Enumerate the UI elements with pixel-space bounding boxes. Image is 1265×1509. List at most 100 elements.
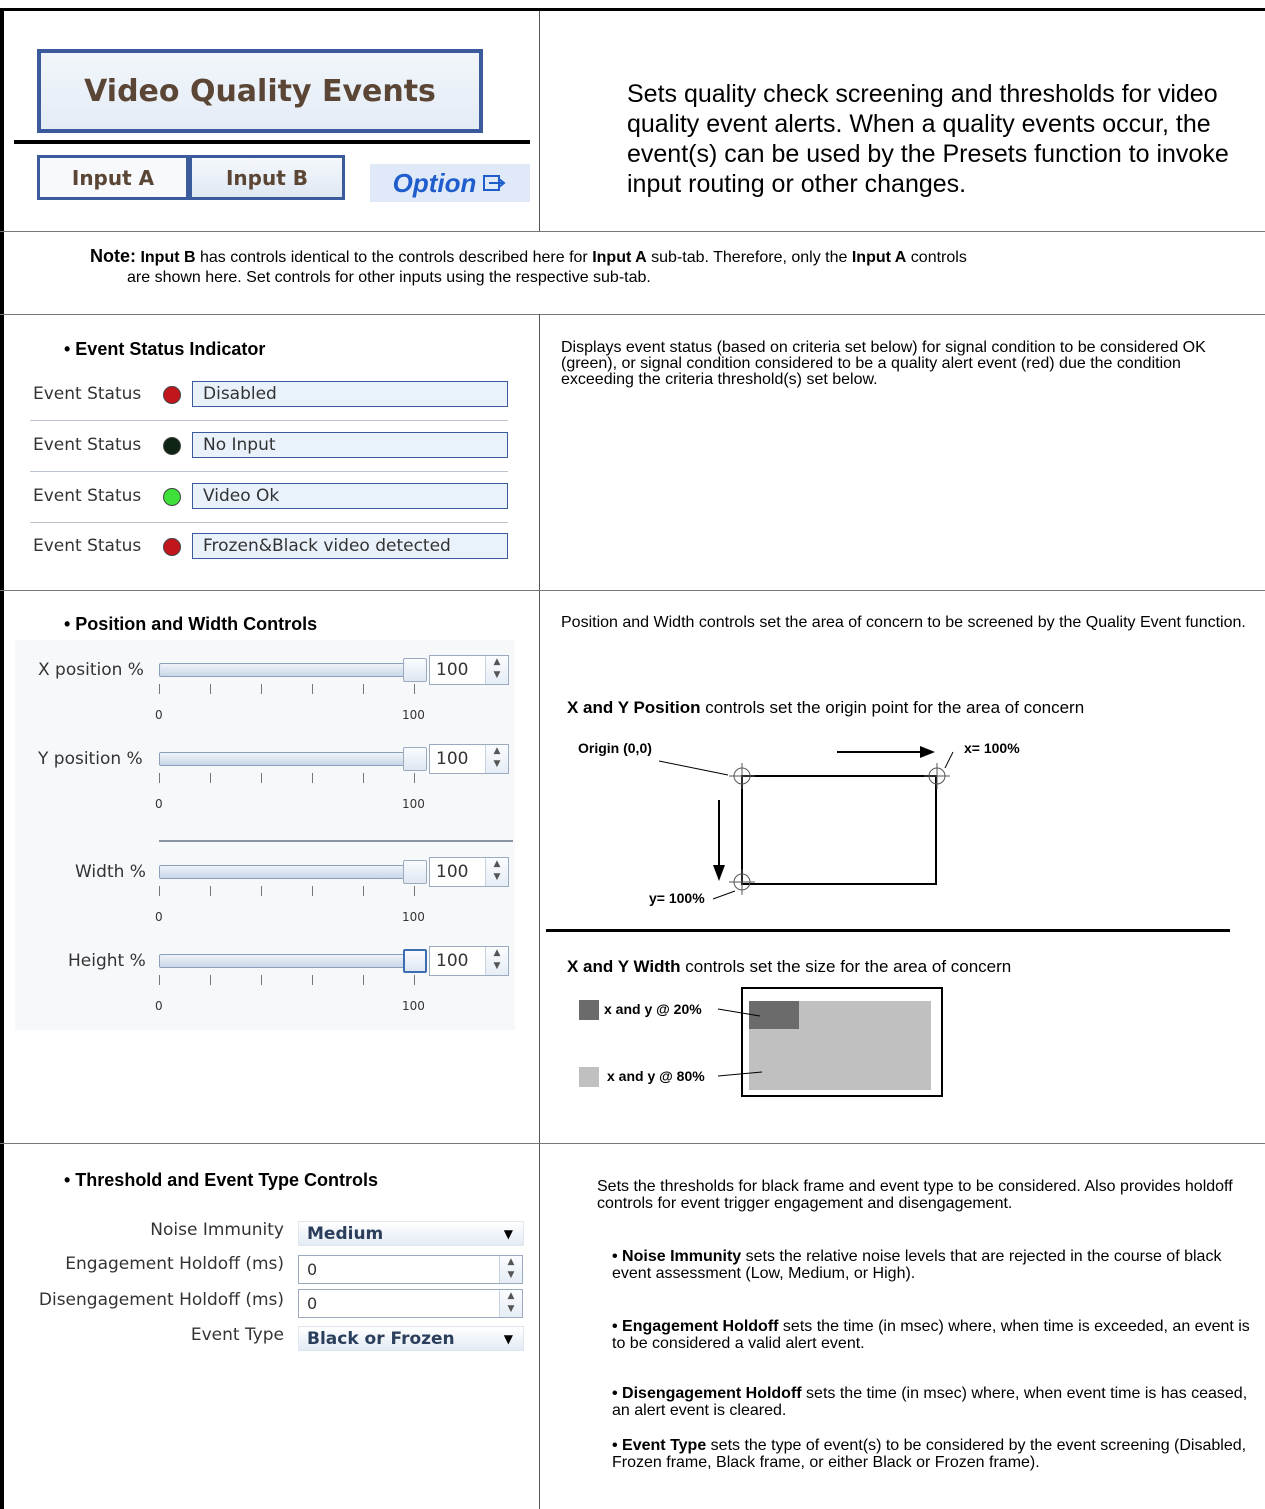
select-value: Medium — [307, 1224, 384, 1244]
engagement-holdoff-input[interactable]: 0 ▲ ▼ — [298, 1255, 523, 1284]
dropdown-arrow-icon: ▼ — [503, 1227, 513, 1241]
slider-max-label: 100 — [402, 910, 425, 924]
column-divider-top — [539, 11, 540, 231]
position-heading-text: controls set the origin point for the ar… — [700, 698, 1085, 717]
event-status-field: Video Ok — [192, 483, 508, 509]
width-spinbox[interactable]: 100 ▲ ▼ — [429, 857, 509, 887]
event-status-label: Event Status — [33, 384, 142, 404]
row-separator — [30, 420, 508, 421]
x-position-slider-thumb[interactable] — [403, 658, 427, 682]
slider-tick — [363, 886, 364, 896]
spin-arrows-icon[interactable]: ▲ ▼ — [499, 1290, 522, 1317]
x-position-spinbox[interactable]: 100 ▲ ▼ — [429, 655, 509, 685]
slider-tick — [312, 975, 313, 985]
height-slider-thumb[interactable] — [403, 949, 427, 973]
slider-min-label: 0 — [155, 999, 163, 1013]
slider-max-label: 100 — [402, 999, 425, 1013]
origin-label: Origin (0,0) — [578, 740, 652, 756]
intro-text: Sets quality check screening and thresho… — [627, 80, 1229, 198]
subtab-input-b[interactable]: Input B — [189, 155, 345, 200]
spinbox-value: 100 — [436, 862, 469, 882]
note-block: Note: Input B has controls identical to … — [90, 246, 1250, 288]
noise-immunity-select[interactable]: Medium ▼ — [298, 1221, 524, 1246]
slider-min-label: 0 — [155, 910, 163, 924]
x-position-slider-track[interactable] — [159, 663, 427, 677]
y-position-slider-thumb[interactable] — [403, 747, 427, 771]
event-status-label: Event Status — [33, 435, 142, 455]
slider-label: Width % — [75, 862, 146, 882]
option-arrow-icon — [483, 175, 506, 191]
note-text: Input A — [851, 249, 907, 266]
spinbox-value: 100 — [436, 660, 469, 680]
bullet-event-type: • Event Type sets the type of event(s) t… — [597, 1437, 1252, 1471]
slider-tick — [312, 886, 313, 896]
section-title-threshold: • Threshold and Event Type Controls — [64, 1170, 378, 1190]
section-title-event-status: • Event Status Indicator — [64, 339, 266, 359]
bullet-term: • Engagement Holdoff — [612, 1318, 779, 1335]
note-text-line2: are shown here. Set controls for other i… — [127, 269, 651, 286]
disengagement-holdoff-input[interactable]: 0 ▲ ▼ — [298, 1289, 523, 1318]
slider-tick — [414, 886, 415, 896]
legend-swatch-small — [579, 1000, 599, 1020]
event-type-select[interactable]: Black or Frozen ▼ — [298, 1326, 524, 1351]
spin-arrows-icon[interactable]: ▲ ▼ — [485, 656, 508, 684]
height-spinbox[interactable]: 100 ▲ ▼ — [429, 946, 509, 976]
status-led-icon — [163, 488, 181, 506]
status-led-icon — [163, 538, 181, 556]
height-slider-track[interactable] — [159, 954, 427, 968]
event-type-label: Event Type — [190, 1325, 284, 1345]
spin-arrows-icon[interactable]: ▲ ▼ — [485, 858, 508, 886]
slider-tick — [414, 773, 415, 783]
bullet-noise-immunity: • Noise Immunity sets the relative noise… — [597, 1248, 1252, 1282]
note-text: sub-tab. Therefore, only the — [646, 249, 852, 266]
spin-arrows-icon[interactable]: ▲ ▼ — [485, 745, 508, 773]
note-text: controls — [906, 249, 967, 266]
y-position-slider-track[interactable] — [159, 752, 427, 766]
slider-tick — [363, 975, 364, 985]
slider-tick — [414, 975, 415, 985]
x-position-label: x= 100% — [964, 740, 1020, 756]
subtab-input-a[interactable]: Input A — [37, 155, 189, 200]
slider-tick — [363, 773, 364, 783]
spin-arrows-icon[interactable]: ▲ ▼ — [499, 1256, 522, 1283]
title-underline — [14, 140, 530, 144]
disengagement-holdoff-label: Disengagement Holdoff (ms) — [38, 1290, 284, 1310]
slider-tick — [159, 886, 160, 896]
width-slider-thumb[interactable] — [403, 860, 427, 884]
slider-min-label: 0 — [155, 708, 163, 722]
slider-tick — [159, 773, 160, 783]
width-heading-text: controls set the size for the area of co… — [680, 957, 1012, 976]
option-label: Option — [392, 167, 477, 198]
position-heading-bold: X and Y Position — [567, 698, 701, 717]
slider-label: X position % — [38, 660, 144, 680]
tab-video-quality-events[interactable]: Video Quality Events — [37, 49, 483, 133]
event-status-field: Disabled — [192, 381, 508, 407]
input-value: 0 — [307, 1294, 318, 1313]
slider-tick — [312, 684, 313, 694]
status-led-icon — [163, 437, 181, 455]
width-heading-bold: X and Y Width — [567, 957, 681, 976]
spin-arrows-icon[interactable]: ▲ ▼ — [485, 947, 508, 975]
slider-label: Y position % — [38, 749, 143, 769]
bullet-engagement-holdoff: • Engagement Holdoff sets the time (in m… — [597, 1318, 1252, 1352]
spinbox-value: 100 — [436, 951, 469, 971]
threshold-description: Sets the thresholds for black frame and … — [597, 1178, 1233, 1212]
y-position-spinbox[interactable]: 100 ▲ ▼ — [429, 744, 509, 774]
engagement-holdoff-label: Engagement Holdoff (ms) — [65, 1254, 284, 1274]
option-badge: Option — [370, 164, 530, 202]
crosshair-icon — [924, 763, 950, 789]
row-divider-2 — [0, 314, 1265, 315]
bullet-text: sets the type of event(s) to be consider… — [612, 1437, 1247, 1471]
slider-tick — [312, 773, 313, 783]
slider-tick — [210, 773, 211, 783]
event-status-label: Event Status — [33, 486, 142, 506]
width-slider-track[interactable] — [159, 865, 427, 879]
y-position-label: y= 100% — [649, 890, 705, 906]
event-status-field: Frozen&Black video detected — [192, 533, 508, 559]
crosshair-icon — [729, 869, 755, 895]
slider-tick — [210, 975, 211, 985]
noise-immunity-label: Noise Immunity — [150, 1220, 284, 1240]
legend-swatch-large — [579, 1067, 599, 1087]
bullet-term: • Disengagement Holdoff — [612, 1385, 802, 1402]
event-status-label: Event Status — [33, 536, 142, 556]
